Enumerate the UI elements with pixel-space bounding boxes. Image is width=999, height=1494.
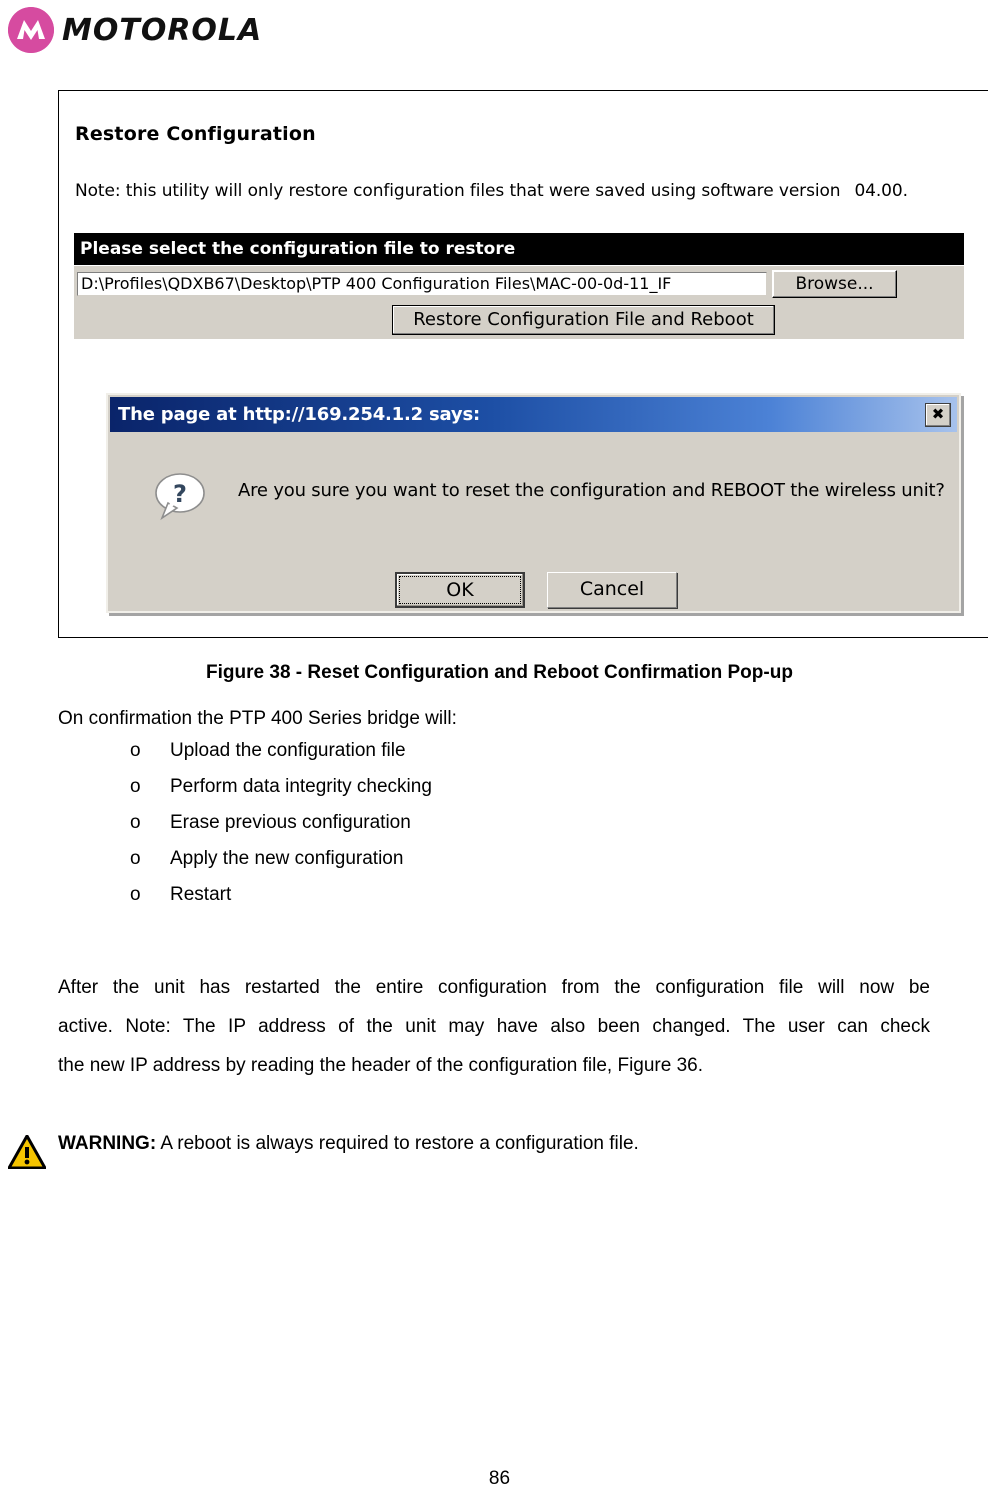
bullet-marker: o (130, 884, 141, 905)
page-header: MOTOROLA (0, 0, 999, 78)
warning-note: WARNING: A reboot is always required to … (7, 1133, 938, 1170)
dialog-message: Are you sure you want to reset the confi… (238, 480, 945, 501)
config-file-path-input[interactable]: D:\Profiles\QDXB67\Desktop\PTP 400 Confi… (77, 272, 767, 296)
software-version-value: 04.00. (854, 181, 908, 201)
warning-triangle-icon (7, 1134, 47, 1170)
confirmation-dialog: The page at http://169.254.1.2 says: ✖ ?… (106, 393, 961, 613)
motorola-logo-icon (8, 7, 54, 53)
bullet-list: o Upload the configuration file o Perfor… (130, 740, 830, 920)
warning-label: WARNING: (58, 1133, 157, 1154)
file-select-row: D:\Profiles\QDXB67\Desktop\PTP 400 Confi… (74, 265, 964, 301)
close-icon[interactable]: ✖ (925, 402, 951, 427)
software-version-note: Note: this utility will only restore con… (75, 181, 908, 201)
list-item-label: Perform data integrity checking (170, 776, 432, 797)
browse-button[interactable]: Browse... (772, 270, 897, 298)
bullet-marker: o (130, 740, 141, 761)
list-item-label: Apply the new configuration (170, 848, 404, 869)
list-item: o Restart (130, 884, 830, 920)
list-item-label: Upload the configuration file (170, 740, 406, 761)
restore-configuration-heading: Restore Configuration (75, 123, 316, 145)
list-item: o Perform data integrity checking (130, 776, 830, 812)
section-header-bar: Please select the configuration file to … (74, 233, 964, 265)
ok-button[interactable]: OK (395, 572, 525, 608)
restore-configuration-and-reboot-button[interactable]: Restore Configuration File and Reboot (392, 305, 775, 335)
lead-paragraph: On confirmation the PTP 400 Series bridg… (58, 708, 457, 729)
cancel-button[interactable]: Cancel (547, 572, 677, 608)
focus-ring (399, 576, 521, 604)
question-bubble-icon: ? (152, 470, 208, 522)
restore-action-row: Restore Configuration File and Reboot (74, 301, 964, 339)
paragraph-line: the new IP address by reading the header… (58, 1055, 704, 1076)
paragraph-line: After the unit has restarted the entire … (58, 977, 930, 998)
bullet-marker: o (130, 848, 141, 869)
list-item: o Upload the configuration file (130, 740, 830, 776)
list-item-label: Erase previous configuration (170, 812, 411, 833)
warning-text: A reboot is always required to restore a… (156, 1133, 639, 1154)
note-text: Note: this utility will only restore con… (75, 181, 841, 201)
list-item: o Erase previous configuration (130, 812, 830, 848)
dialog-title: The page at http://169.254.1.2 says: (118, 404, 480, 425)
bullet-marker: o (130, 812, 141, 833)
bullet-marker: o (130, 776, 141, 797)
figure-frame: Restore Configuration Note: this utility… (58, 90, 988, 638)
page-number: 86 (488, 1468, 511, 1489)
dialog-body: ? Are you sure you want to reset the con… (110, 432, 957, 609)
list-item-label: Restart (170, 884, 232, 905)
dialog-titlebar[interactable]: The page at http://169.254.1.2 says: ✖ (110, 397, 957, 432)
brand-wordmark: MOTOROLA (62, 13, 263, 48)
list-item: o Apply the new configuration (130, 848, 830, 884)
restart-paragraph: After the unit has restarted the entire … (58, 968, 930, 1085)
paragraph-line: active. Note: The IP address of the unit… (58, 1016, 930, 1037)
figure-caption: Figure 38 - Reset Configuration and Rebo… (206, 662, 793, 683)
svg-text:?: ? (173, 480, 187, 508)
